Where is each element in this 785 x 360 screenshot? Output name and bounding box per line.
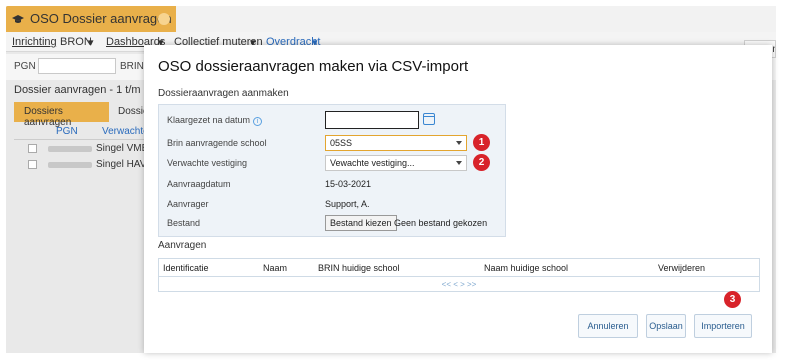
row-brin: Brin aanvragende school 05SS 1 <box>159 134 505 154</box>
klaargezet-date-input[interactable] <box>325 111 419 129</box>
table-row[interactable]: Singel VMB <box>14 141 154 157</box>
file-status: Geen bestand gekozen <box>394 218 488 228</box>
dialog-title: OSO dossieraanvragen maken via CSV-impor… <box>158 58 469 75</box>
vestiging-select-value: Vewachte vestiging... <box>330 158 415 168</box>
aanvragen-table-header: Identificatie Naam BRIN huidige school N… <box>159 259 759 277</box>
brin-label: Brin aanvragende school <box>167 138 267 148</box>
app-tab[interactable]: OSO Dossier aanvragen <box>6 6 176 32</box>
column-brin-huidige-school: BRIN huidige school <box>318 263 400 273</box>
filter-pgn-input[interactable] <box>38 58 116 74</box>
aanvragen-table: Identificatie Naam BRIN huidige school N… <box>158 258 760 292</box>
row-aanvrager: Aanvrager Support, A. <box>159 195 505 215</box>
calendar-icon[interactable] <box>423 113 435 125</box>
aanvrager-label: Aanvrager <box>167 199 209 209</box>
graduation-cap-icon <box>12 15 24 23</box>
app-tab-title: OSO Dossier aanvragen <box>30 11 172 26</box>
bestand-label: Bestand <box>167 218 201 228</box>
import-button[interactable]: Importeren <box>694 314 752 338</box>
chevron-down-icon <box>456 161 462 165</box>
klaargezet-label: Klaargezet na datum i <box>167 115 263 126</box>
section-title: Dossieraanvragen aanmaken <box>158 88 289 99</box>
aanvraagdatum-label: Aanvraagdatum <box>167 179 231 189</box>
chevron-down-icon: ▾ <box>88 37 94 49</box>
row-bestand: Bestand Bestand kiezen Geen bestand geko… <box>159 214 505 234</box>
brin-select-value: 05SS <box>330 138 353 148</box>
tab-bar <box>176 6 776 32</box>
step-badge-2: 2 <box>473 154 490 171</box>
row-aanvraagdatum: Aanvraagdatum 15-03-2021 <box>159 175 505 195</box>
choose-file-button[interactable]: Bestand kiezen <box>325 215 397 231</box>
vestiging-select[interactable]: Vewachte vestiging... <box>325 155 467 171</box>
redacted-pgn <box>48 146 92 152</box>
menu-inrichting[interactable]: Inrichting <box>12 36 57 48</box>
brin-select[interactable]: 05SS <box>325 135 467 151</box>
row-checkbox[interactable] <box>28 160 37 169</box>
form-panel: Klaargezet na datum i Brin aanvragende sc… <box>158 104 506 237</box>
cancel-button[interactable]: Annuleren <box>578 314 638 338</box>
save-button[interactable]: Opslaan <box>646 314 686 338</box>
column-naam-huidige-school: Naam huidige school <box>484 263 569 273</box>
step-badge-1: 1 <box>473 134 490 151</box>
aanvraagdatum-value: 15-03-2021 <box>325 179 372 189</box>
vestiging-label: Verwachte vestiging <box>167 158 248 168</box>
column-verwijderen: Verwijderen <box>658 263 706 273</box>
row-vestiging: Verwachte vestiging Vewachte vestiging..… <box>159 154 505 174</box>
filter-pgn-label: PGN <box>14 61 36 72</box>
column-naam: Naam <box>263 263 288 273</box>
row-text: Singel HAV <box>96 159 147 170</box>
menu-bron[interactable]: BRON <box>60 36 92 48</box>
step-badge-3: 3 <box>724 291 741 308</box>
column-pgn[interactable]: PGN <box>56 126 78 137</box>
row-klaargezet: Klaargezet na datum i <box>159 111 505 131</box>
klaargezet-label-text: Klaargezet na datum <box>167 115 251 125</box>
aanvrager-value: Support, A. <box>325 199 370 209</box>
row-checkbox[interactable] <box>28 144 37 153</box>
csv-import-dialog: OSO dossieraanvragen maken via CSV-impor… <box>144 45 772 353</box>
close-tab-icon[interactable] <box>158 13 170 25</box>
table-pager[interactable]: << < > >> <box>159 280 759 289</box>
row-text: Singel VMB <box>96 143 149 154</box>
redacted-pgn <box>48 162 92 168</box>
column-identificatie: Identificatie <box>163 263 209 273</box>
table-row[interactable]: Singel HAV <box>14 157 154 173</box>
aanvragen-title: Aanvragen <box>158 240 207 251</box>
bg-table-header: PGN Verwachte <box>14 124 154 140</box>
info-icon[interactable]: i <box>253 117 263 126</box>
chevron-down-icon <box>456 141 462 145</box>
column-verwachte[interactable]: Verwachte <box>102 126 149 137</box>
tab-dossiers-aanvragen[interactable]: Dossiers aanvragen <box>14 102 109 128</box>
